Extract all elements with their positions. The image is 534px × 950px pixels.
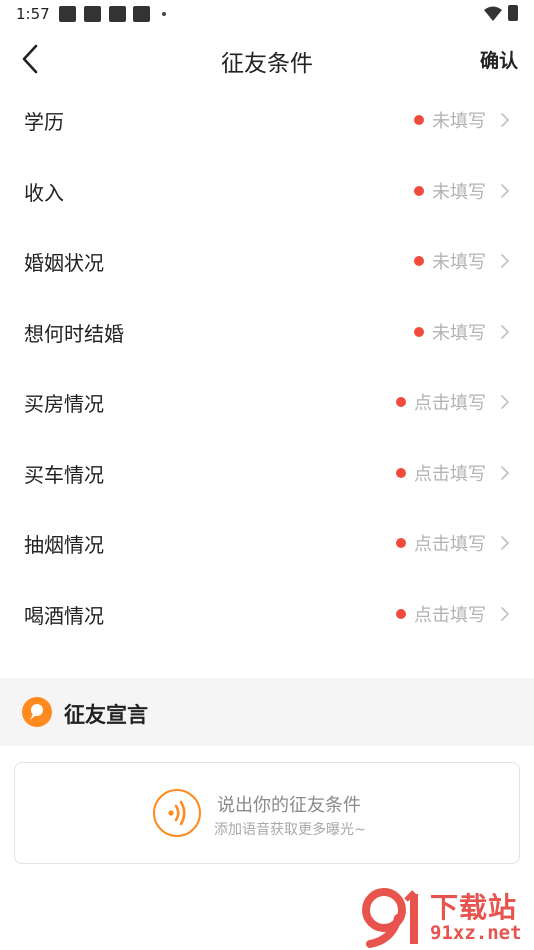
row-value: 未填写: [414, 108, 512, 132]
notification-icon: [84, 6, 101, 22]
row-label: 想何时结婚: [24, 321, 124, 346]
row-value: 未填写: [414, 320, 512, 344]
chevron-right-icon: [501, 606, 509, 621]
notification-icon: [59, 6, 76, 22]
row-label: 喝酒情况: [24, 603, 104, 628]
declaration-section-header: 征友宣言: [0, 678, 534, 746]
condition-row-housing[interactable]: 买房情况 点击填写: [0, 368, 534, 439]
unfilled-dot-icon: [396, 608, 406, 619]
row-label: 婚姻状况: [24, 251, 104, 275]
status-bar: 1:57: [0, 0, 534, 28]
condition-row-marriage-time[interactable]: 想何时结婚 未填写: [0, 298, 534, 369]
condition-list: 学历 未填写 收入 未填写 婚姻状况 未填写 想何时结婚 未填写 买房情况 点击…: [0, 86, 534, 650]
condition-row-smoking[interactable]: 抽烟情况 点击填写: [0, 509, 534, 580]
row-status: 未填写: [432, 181, 486, 203]
row-status: 未填写: [432, 252, 486, 273]
chevron-right-icon: [501, 254, 509, 268]
chevron-right-icon: [501, 465, 509, 480]
row-label: 学历: [24, 110, 64, 134]
wifi-icon: [484, 6, 502, 21]
top-bar: 征友条件 确认: [0, 30, 534, 88]
unfilled-dot-icon: [396, 467, 406, 478]
chevron-right-icon: [501, 113, 509, 127]
watermark-title: 下载站: [430, 891, 518, 924]
condition-row-education[interactable]: 学历 未填写: [0, 86, 534, 157]
condition-row-marital-status[interactable]: 婚姻状况 未填写: [0, 227, 534, 298]
notification-icon: [133, 6, 150, 22]
battery-icon: [508, 5, 518, 21]
row-status: 未填写: [432, 111, 486, 132]
status-time: 1:57: [16, 5, 50, 23]
more-notifications-icon: [162, 12, 166, 16]
chevron-right-icon: [501, 324, 509, 339]
page-title: 征友条件: [221, 51, 313, 77]
row-label: 抽烟情况: [24, 533, 104, 557]
chevron-right-icon: [501, 536, 509, 550]
confirm-button[interactable]: 确认: [480, 46, 518, 73]
row-value: 点击填写: [396, 390, 512, 414]
unfilled-dot-icon: [396, 538, 406, 548]
row-value: 未填写: [414, 249, 512, 273]
watermark-url: 91xz.net: [430, 922, 522, 944]
watermark: 下载站 91xz.net: [360, 886, 534, 950]
speech-bubble-icon: [30, 704, 43, 720]
row-value: 点击填写: [396, 602, 512, 626]
watermark-logo-icon: [362, 888, 418, 948]
unfilled-dot-icon: [396, 397, 406, 407]
unfilled-dot-icon: [414, 115, 424, 125]
condition-row-drinking[interactable]: 喝酒情况 点击填写: [0, 580, 534, 651]
sound-wave-icon: [168, 800, 186, 826]
condition-row-income[interactable]: 收入 未填写: [0, 157, 534, 228]
voice-declaration-card[interactable]: 说出你的征友条件 添加语音获取更多曝光~: [14, 762, 520, 864]
chevron-right-icon: [501, 395, 509, 409]
row-status: 点击填写: [414, 463, 486, 485]
row-label: 收入: [24, 180, 64, 205]
row-value: 未填写: [414, 179, 512, 203]
row-status: 点击填写: [414, 534, 486, 555]
row-status: 点击填写: [414, 393, 486, 414]
section-title: 征友宣言: [64, 703, 148, 727]
row-value: 点击填写: [396, 461, 512, 485]
declaration-icon: [22, 697, 52, 727]
voice-card-title: 说出你的征友条件: [217, 795, 361, 816]
notification-icon: [109, 6, 126, 22]
voice-icon: [153, 789, 201, 837]
row-status: 点击填写: [414, 604, 486, 626]
unfilled-dot-icon: [414, 326, 424, 337]
row-label: 买车情况: [24, 462, 104, 487]
voice-card-subtitle: 添加语音获取更多曝光~: [214, 822, 366, 838]
row-label: 买房情况: [24, 392, 104, 416]
condition-row-car[interactable]: 买车情况 点击填写: [0, 439, 534, 510]
unfilled-dot-icon: [414, 185, 424, 196]
row-value: 点击填写: [396, 531, 512, 555]
unfilled-dot-icon: [414, 256, 424, 266]
row-status: 未填写: [432, 322, 486, 344]
chevron-right-icon: [501, 183, 509, 198]
